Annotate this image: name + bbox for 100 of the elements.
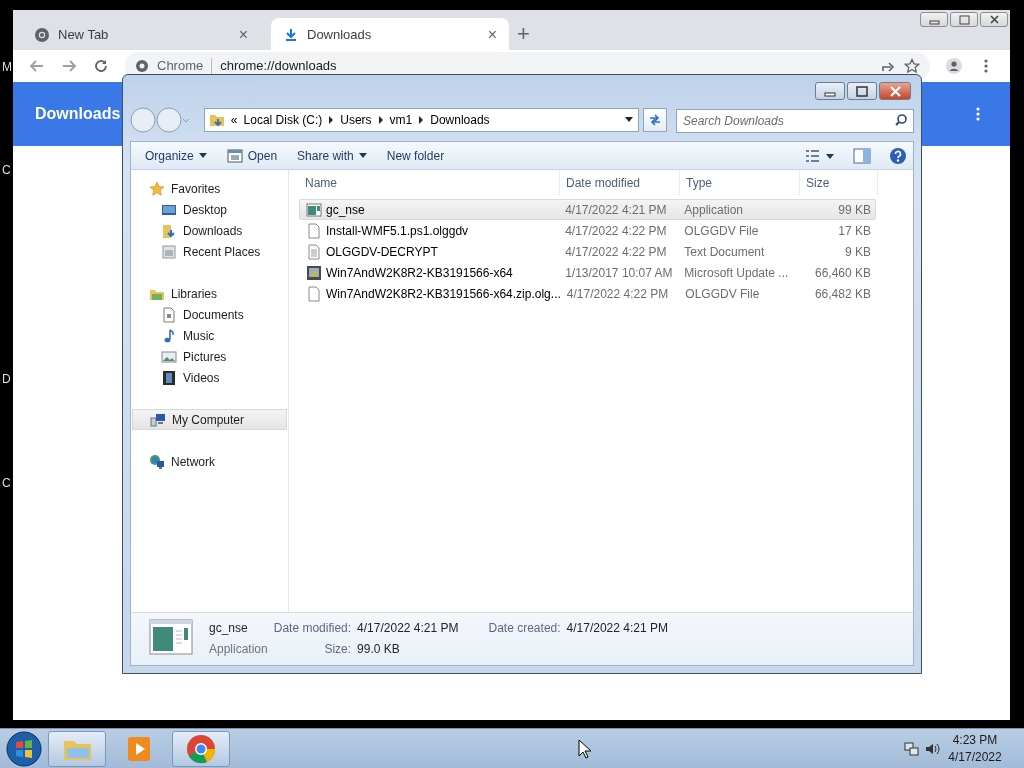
breadcrumb-item[interactable]: Local Disk (C:): [243, 111, 323, 129]
close-tab-button[interactable]: ×: [238, 27, 248, 43]
dropdown-icon[interactable]: [624, 116, 635, 124]
column-header[interactable]: Date modified: [566, 173, 641, 192]
chevron-icon[interactable]: [328, 115, 335, 125]
column-header[interactable]: Name: [305, 173, 337, 192]
chrome-icon: [135, 59, 149, 73]
file-name: gc_nse: [209, 620, 249, 637]
caret-icon: [198, 153, 207, 158]
file-row[interactable]: Win7AndW2K8R2-KB3191566-x64 1/13/2017 10:07 AM Microsoft Update ... 66,460 KB: [299, 262, 876, 283]
nav-item[interactable]: Network: [132, 451, 287, 472]
size-cell-text: 99 KB: [837, 201, 872, 219]
breadcrumb-item[interactable]: vm1: [389, 111, 413, 129]
nav-item[interactable]: My Computer: [132, 409, 287, 430]
chrome-icon: [185, 732, 217, 765]
file-icon: [306, 285, 322, 302]
maximize-icon[interactable]: [856, 85, 868, 97]
reload-icon[interactable]: [93, 58, 109, 74]
star-icon[interactable]: [904, 58, 920, 74]
close-icon[interactable]: [989, 15, 999, 24]
caret-icon: [358, 153, 367, 158]
breadcrumb-item[interactable]: Users: [340, 111, 372, 129]
desktop-text: D: [2, 371, 11, 388]
date-cell-text: 4/17/2022 4:21 PM: [564, 201, 668, 219]
profile-icon[interactable]: [946, 58, 962, 74]
file-name: Win7AndW2K8R2-KB3191566-x64: [326, 264, 513, 282]
clock[interactable]: 4:23 PM 4/17/2022: [944, 732, 1006, 765]
file-name: Win7AndW2K8R2-KB3191566-x64.zip.olg...: [326, 285, 561, 303]
search-icon[interactable]: [894, 113, 908, 127]
field-label: Date modified:: [273, 620, 352, 637]
back-icon[interactable]: [29, 58, 45, 74]
nav-item[interactable]: Desktop: [132, 199, 287, 220]
downloads-icon: [161, 222, 177, 239]
nav-item[interactable]: Videos: [132, 367, 287, 388]
forward-icon[interactable]: [61, 58, 77, 74]
close-button[interactable]: [879, 82, 911, 100]
date-cell-text: 4/17/2022 4:22 PM: [564, 222, 668, 240]
nav-item[interactable]: Music: [132, 325, 287, 346]
new-tab-button[interactable]: +: [511, 22, 536, 46]
videos-icon: [161, 369, 177, 386]
text-file-icon: [306, 243, 322, 260]
file-row[interactable]: Install-WMF5.1.ps1.olggdv 4/17/2022 4:22 PM OLGGDV File 17 KB: [299, 220, 876, 241]
date-cell-text: 1/13/2017 10:07 AM: [564, 264, 674, 282]
breadcrumb-item[interactable]: Downloads: [430, 111, 490, 129]
nav-item[interactable]: Downloads: [132, 220, 287, 241]
minimize-icon[interactable]: [824, 91, 836, 97]
file-type: Application: [209, 641, 268, 658]
pointer-icon: [578, 738, 592, 759]
command-button[interactable]: New folder: [378, 144, 453, 167]
file-name: Install-WMF5.1.ps1.olggdv: [326, 222, 469, 240]
file-icon: [306, 222, 322, 239]
nav-item[interactable]: Libraries: [132, 283, 287, 304]
desktop-text: C: [2, 162, 11, 179]
search-field[interactable]: Search Downloads: [676, 109, 914, 133]
maximize-button[interactable]: [847, 82, 877, 100]
minimize-button[interactable]: [920, 12, 948, 27]
file-row[interactable]: Win7AndW2K8R2-KB3191566-x64.zip.olg... 4/17/2022 4:22 PM OLGGDV File 66,482 KB: [299, 283, 876, 304]
browser-tab[interactable]: New Tab ×: [22, 18, 260, 52]
site-label: Chrome: [157, 57, 204, 76]
pictures-icon: [161, 348, 177, 365]
file-row[interactable]: OLGGDV-DECRYPT 4/17/2022 4:22 PM Text Document 9 KB: [299, 241, 876, 262]
command-button[interactable]: Open: [218, 144, 286, 167]
address-bar[interactable]: « Local Disk (C:) Users vm1 Downloads: [203, 108, 640, 132]
network-icon: [149, 453, 165, 470]
chevron-icon[interactable]: [377, 115, 384, 125]
maximize-icon[interactable]: [958, 14, 970, 25]
page-title: Downloads: [35, 104, 121, 124]
computer-icon: [150, 411, 166, 428]
nav-item[interactable]: Documents: [132, 304, 287, 325]
size-cell-text: 17 KB: [837, 222, 872, 240]
url-text: chrome://downloads: [220, 57, 337, 76]
browser-tab[interactable]: Downloads ×: [271, 18, 509, 52]
desktop-text: M: [2, 59, 12, 76]
refresh-icon[interactable]: [648, 113, 662, 127]
field-value: 99.0 KB: [357, 641, 401, 658]
column-header[interactable]: Type: [686, 173, 712, 192]
help-icon[interactable]: [889, 146, 907, 165]
minimize-button[interactable]: [815, 82, 845, 100]
field-label: Size:: [323, 641, 352, 658]
file-row[interactable]: gc_nse 4/17/2022 4:21 PM Application 99 KB: [299, 199, 876, 220]
view-options-icon[interactable]: [805, 147, 835, 164]
taskbar-app[interactable]: [172, 730, 230, 767]
application-icon: [149, 619, 193, 655]
nav-item[interactable]: Favorites: [132, 178, 287, 199]
command-button[interactable]: Share with: [289, 144, 375, 167]
nav-item[interactable]: Recent Places: [132, 241, 287, 262]
column-header[interactable]: Size: [806, 173, 830, 192]
close-button[interactable]: [980, 12, 1008, 27]
chrome-icon: [34, 27, 50, 43]
start-button-icon[interactable]: [4, 729, 44, 768]
close-tab-button[interactable]: ×: [487, 27, 497, 43]
nav-item[interactable]: Pictures: [132, 346, 287, 367]
date-cell-text: 4/17/2022 4:22 PM: [564, 243, 668, 261]
chevron-icon[interactable]: [418, 115, 425, 125]
command-button[interactable]: Organize: [137, 144, 215, 167]
network-icon[interactable]: [904, 740, 920, 757]
overflow-chevron[interactable]: «: [230, 111, 238, 129]
type-cell-text: Microsoft Update ...: [683, 264, 790, 282]
document-icon: [161, 306, 177, 323]
minimize-icon[interactable]: [928, 19, 940, 25]
